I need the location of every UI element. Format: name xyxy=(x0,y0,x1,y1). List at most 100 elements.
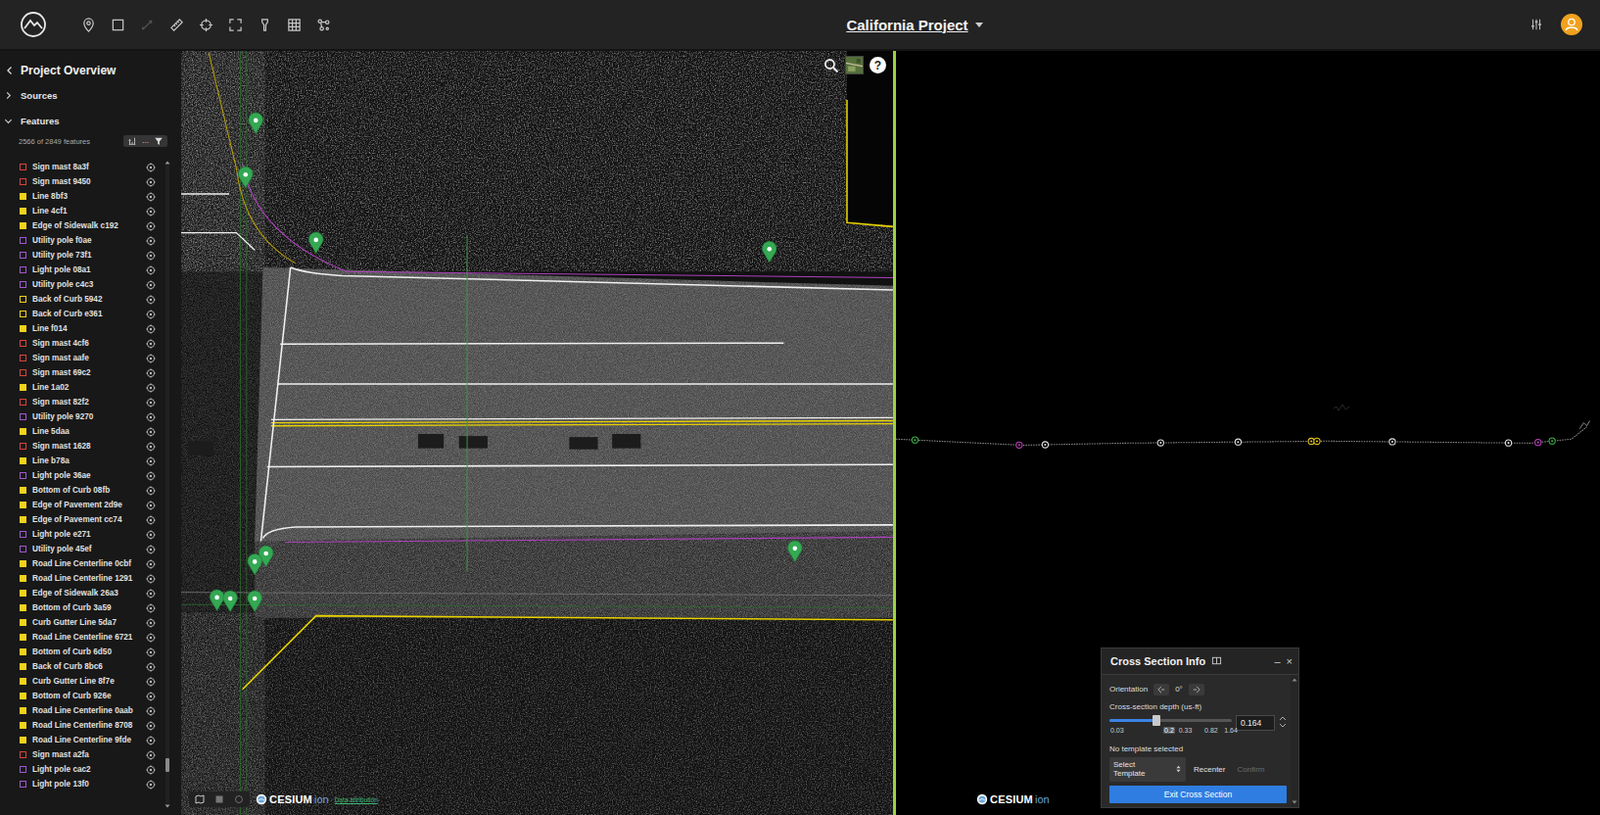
locate-icon[interactable] xyxy=(145,368,156,378)
feature-row[interactable]: Sign mast 69c2 xyxy=(0,365,164,380)
profile-marker[interactable] xyxy=(1389,438,1396,445)
feature-row[interactable]: Sign mast 4cf6 xyxy=(0,335,164,351)
map-pin[interactable] xyxy=(248,112,264,134)
locate-icon[interactable] xyxy=(145,515,156,525)
project-overview-header[interactable]: Project Overview xyxy=(0,58,182,83)
globe-view-icon[interactable] xyxy=(234,794,244,804)
feature-row[interactable]: Light pole cac2 xyxy=(0,761,164,777)
feature-row[interactable]: Road Line Centerline 9fde xyxy=(0,732,164,748)
feature-row[interactable]: Utility pole c4c3 xyxy=(0,277,164,292)
feature-row[interactable]: Sign mast 1628 xyxy=(0,438,164,454)
template-button[interactable]: Confirm xyxy=(1232,761,1269,777)
cesium-logo[interactable]: CESIUM ion xyxy=(976,793,1050,805)
sidebar-section[interactable]: Features xyxy=(0,107,182,134)
feature-row[interactable]: Road Line Centerline 1291 xyxy=(0,570,164,586)
feature-row[interactable]: Light pole e271 xyxy=(0,526,164,542)
chevron-icon[interactable] xyxy=(3,116,13,126)
settings-sliders-icon[interactable] xyxy=(1529,17,1544,32)
locate-icon[interactable] xyxy=(145,441,156,452)
tool-button[interactable] xyxy=(190,9,221,40)
locate-icon[interactable] xyxy=(145,676,156,687)
cesium-logo[interactable]: CESIUM ion xyxy=(255,793,330,805)
locate-icon[interactable] xyxy=(145,353,156,364)
locate-icon[interactable] xyxy=(145,500,156,511)
profile-marker[interactable] xyxy=(1157,439,1164,446)
feature-row[interactable]: Edge of Pavement cc74 xyxy=(0,512,164,527)
feature-row[interactable]: Utility pole 9270 xyxy=(0,409,164,424)
tool-button[interactable] xyxy=(132,9,162,40)
back-chevron-icon[interactable] xyxy=(4,65,15,76)
locate-icon[interactable] xyxy=(145,456,156,467)
feature-row[interactable]: Curb Gutter Line 5da7 xyxy=(0,614,164,630)
scroll-thumb[interactable] xyxy=(165,757,170,772)
locate-icon[interactable] xyxy=(145,470,156,481)
feature-row[interactable]: Utility pole f0ae xyxy=(0,233,164,248)
feature-row[interactable]: Back of Curb e361 xyxy=(0,306,164,322)
locate-icon[interactable] xyxy=(145,720,156,731)
feature-row[interactable]: Utility pole 45ef xyxy=(0,541,164,557)
tool-button[interactable] xyxy=(308,9,338,40)
scroll-down-icon[interactable] xyxy=(1291,799,1298,805)
map-pin[interactable] xyxy=(308,232,324,253)
locate-icon[interactable] xyxy=(145,221,156,232)
feature-row[interactable]: Bottom of Curb 926e xyxy=(0,688,164,704)
feature-row[interactable]: Edge of Sidewalk c192 xyxy=(0,218,164,234)
locate-icon[interactable] xyxy=(145,617,156,628)
feature-row[interactable]: Utility pole 73f1 xyxy=(0,247,164,263)
map-pin[interactable] xyxy=(209,589,225,611)
locate-icon[interactable] xyxy=(145,735,156,746)
locate-icon[interactable] xyxy=(145,691,156,702)
feature-row[interactable]: Light pole 13f0 xyxy=(0,776,164,792)
cross-section-view[interactable]: CESIUM ion Cross Section Info – × Orient… xyxy=(895,50,1600,815)
project-switcher[interactable]: California Project xyxy=(337,16,1493,34)
locate-icon[interactable] xyxy=(145,191,156,202)
feature-row[interactable]: Line 8bf3 xyxy=(0,188,164,204)
grid-view-icon[interactable] xyxy=(214,794,225,804)
scroll-track[interactable] xyxy=(165,165,170,803)
map-pin[interactable] xyxy=(247,553,263,574)
map-pin[interactable] xyxy=(788,540,803,562)
feature-row[interactable]: Road Line Centerline 6721 xyxy=(0,629,164,645)
locate-icon[interactable] xyxy=(145,338,156,349)
user-avatar-icon[interactable] xyxy=(1560,13,1583,36)
feature-row[interactable]: Edge of Sidewalk 26a3 xyxy=(0,585,164,601)
map-pin[interactable] xyxy=(237,166,253,188)
panel-header[interactable]: Cross Section Info – × xyxy=(1101,648,1299,675)
locate-icon[interactable] xyxy=(145,324,156,334)
locate-icon[interactable] xyxy=(145,632,156,643)
locate-icon[interactable] xyxy=(145,544,156,555)
locate-icon[interactable] xyxy=(145,485,156,496)
minimize-button[interactable]: – xyxy=(1273,655,1280,667)
slider-thumb[interactable] xyxy=(1152,714,1161,726)
tool-button[interactable] xyxy=(73,9,103,40)
rotate-right-button[interactable] xyxy=(1188,683,1205,696)
locate-icon[interactable] xyxy=(145,426,156,437)
tool-button[interactable] xyxy=(161,9,191,40)
slider-track[interactable] xyxy=(1109,718,1232,722)
locate-icon[interactable] xyxy=(145,647,156,658)
scroll-up-icon[interactable] xyxy=(1291,676,1298,683)
tool-button[interactable] xyxy=(249,9,280,40)
locate-icon[interactable] xyxy=(145,235,156,246)
feature-row[interactable]: Edge of Pavement 2d9e xyxy=(0,497,164,513)
locate-icon[interactable] xyxy=(145,705,156,716)
data-attribution-link[interactable]: Data attribution xyxy=(334,796,378,803)
detach-icon[interactable] xyxy=(1211,655,1223,666)
scroll-down-icon[interactable] xyxy=(164,802,171,809)
depth-input[interactable]: 0.164 xyxy=(1235,714,1275,731)
feature-row[interactable]: Line b78a xyxy=(0,453,164,469)
sort-icon[interactable] xyxy=(127,136,138,146)
locate-icon[interactable] xyxy=(145,309,156,320)
template-select[interactable]: Select Template xyxy=(1109,756,1186,782)
feature-row[interactable]: Curb Gutter Line 8f7e xyxy=(0,673,164,689)
point-cloud-map[interactable] xyxy=(181,50,894,815)
locate-icon[interactable] xyxy=(145,573,156,584)
map-view-icon[interactable] xyxy=(194,794,205,804)
feature-row[interactable]: Sign mast 8a3f xyxy=(0,159,164,175)
locate-icon[interactable] xyxy=(145,559,156,569)
rotate-left-button[interactable] xyxy=(1153,683,1170,696)
logo-icon[interactable] xyxy=(19,10,48,39)
locate-icon[interactable] xyxy=(145,382,156,393)
caret-down-icon[interactable] xyxy=(974,19,985,30)
profile-marker[interactable] xyxy=(911,436,918,443)
